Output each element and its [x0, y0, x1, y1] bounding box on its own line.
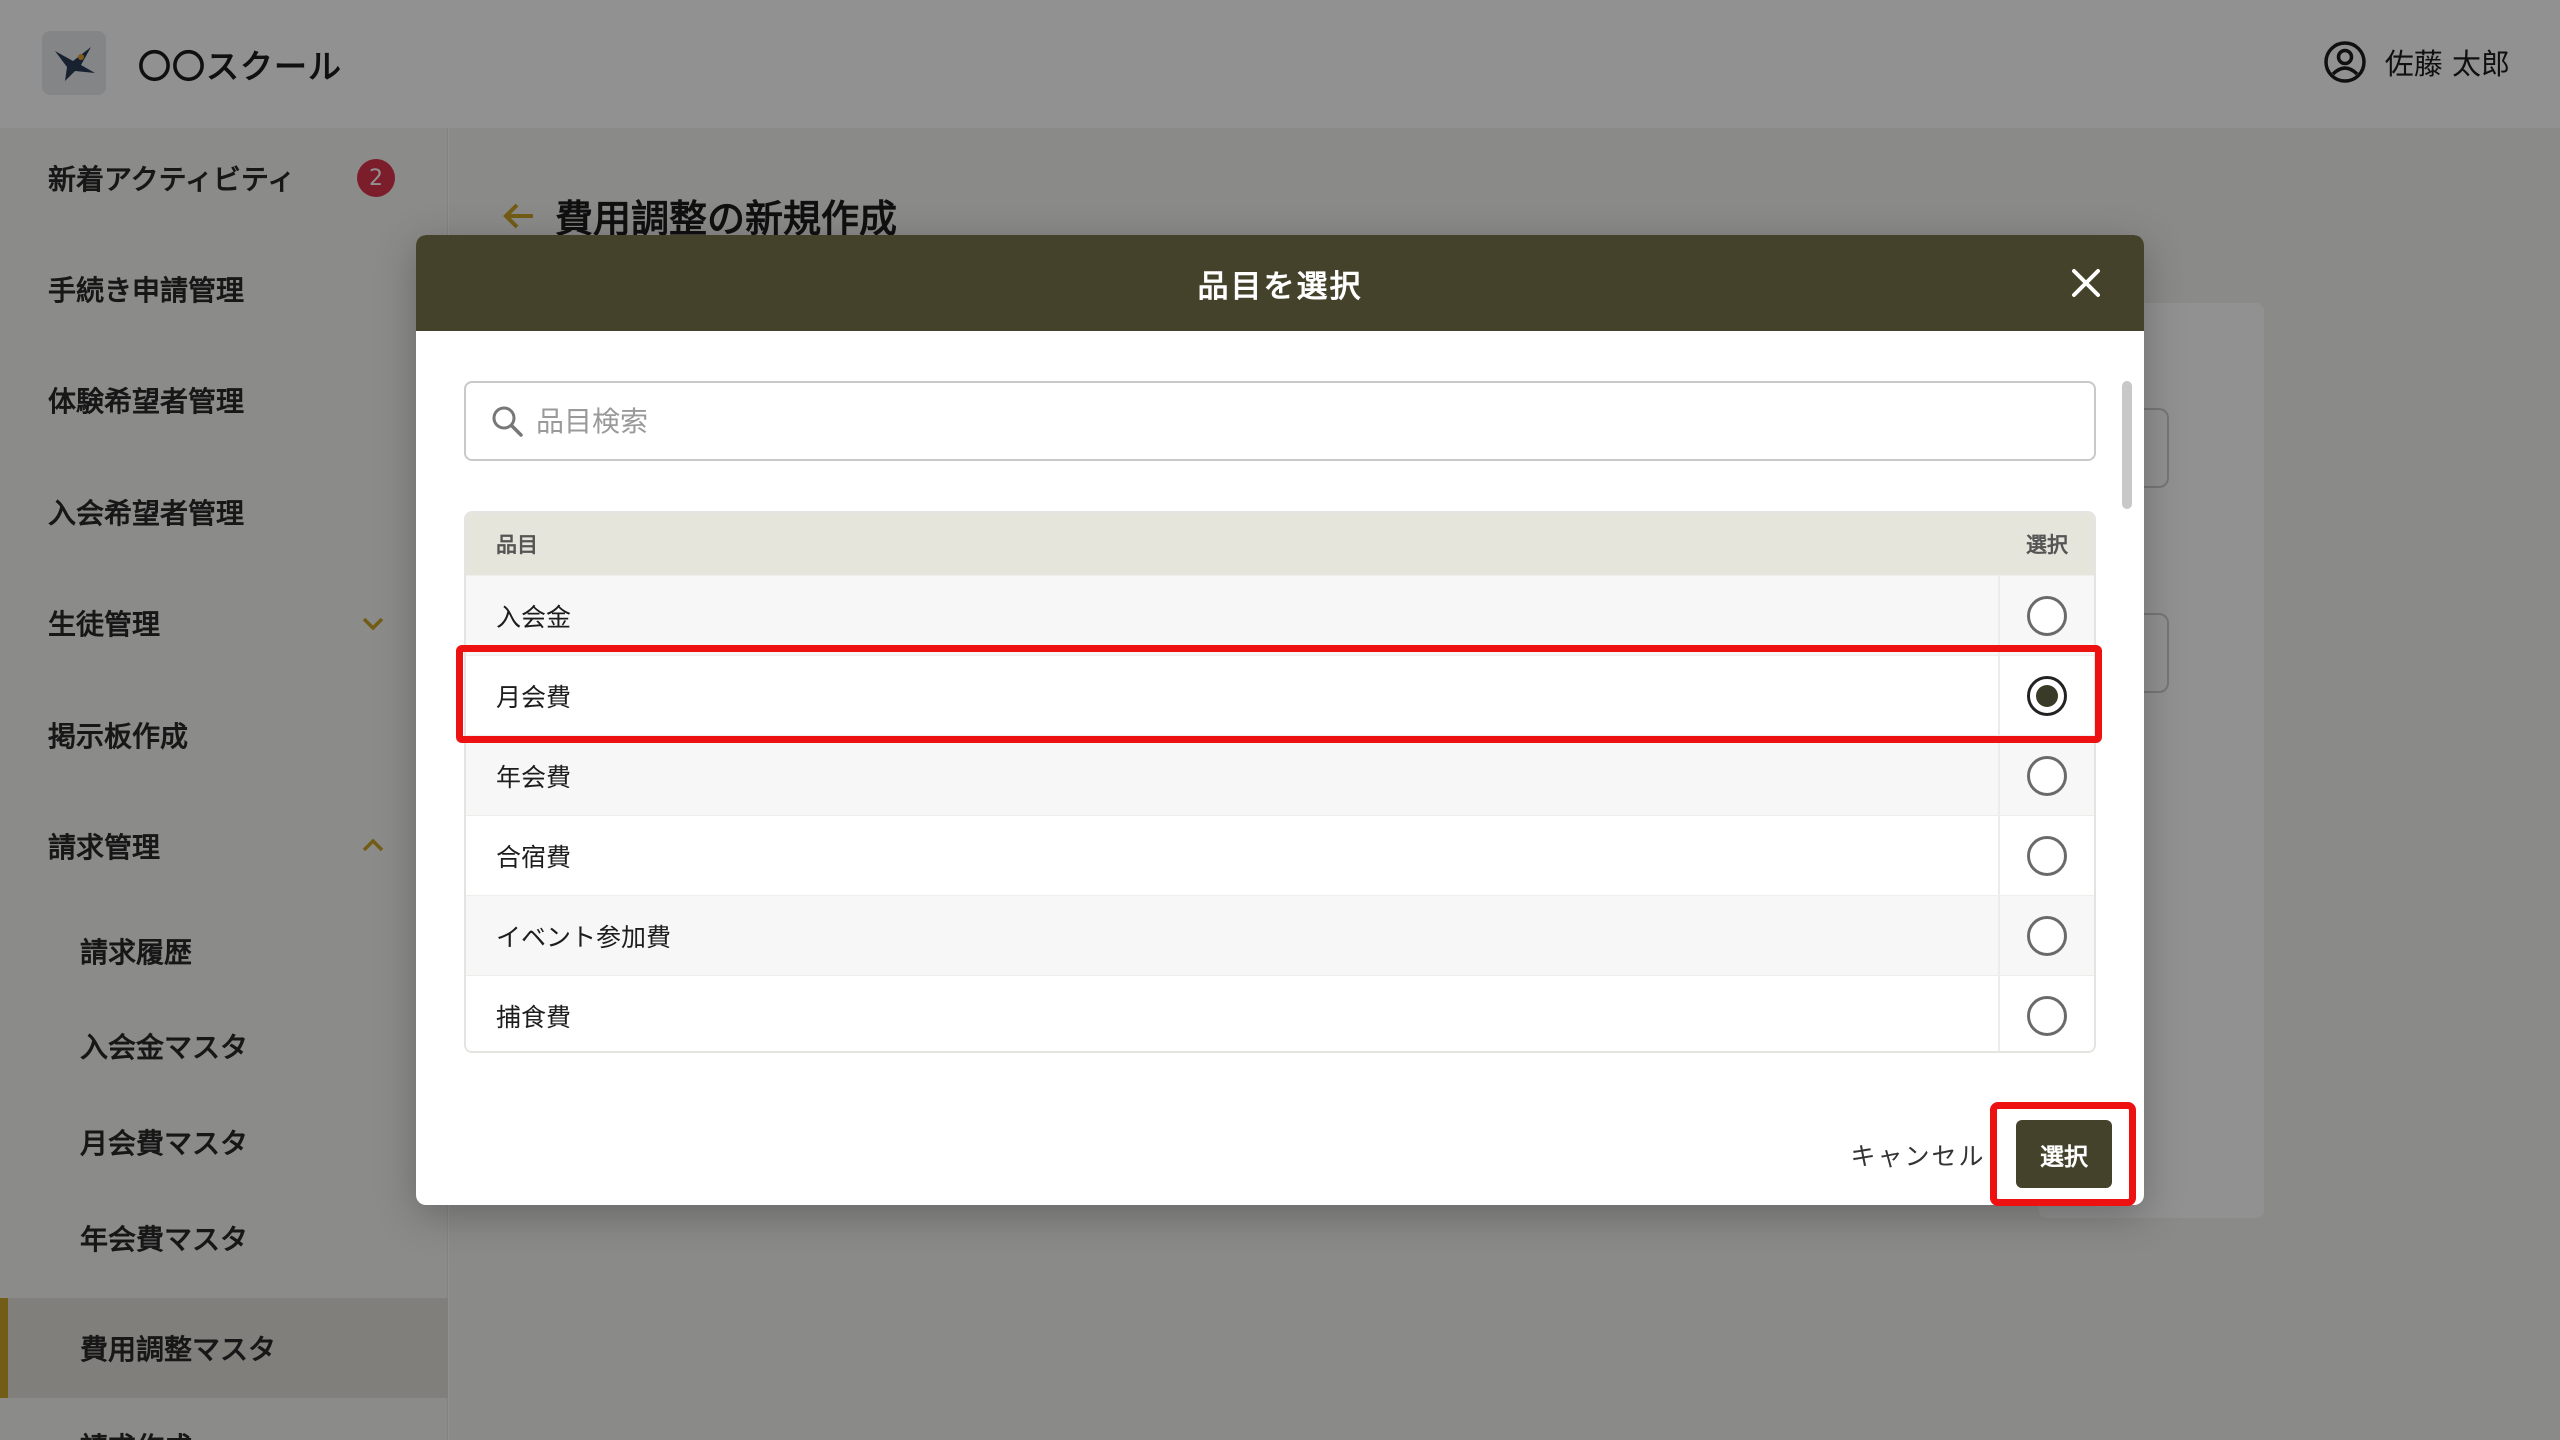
item-search-input[interactable] [536, 404, 2036, 438]
table-row[interactable]: 捕食費 [466, 975, 2094, 1051]
table-row[interactable]: 入会金 [466, 575, 2094, 655]
table-row[interactable]: 年会費 [466, 735, 2094, 815]
item-name: 年会費 [466, 736, 2000, 815]
item-search-box[interactable] [464, 381, 2096, 461]
select-radio[interactable] [2027, 755, 2067, 796]
table-row[interactable]: イベント参加費 [466, 895, 2094, 975]
select-radio-checked[interactable] [2027, 675, 2067, 716]
item-name: 月会費 [466, 656, 2000, 735]
table-header: 品目 選択 [466, 513, 2094, 575]
item-name: 捕食費 [466, 976, 2000, 1051]
column-header-item: 品目 [496, 533, 538, 557]
table-body: 入会金 月会費 年会費 合宿費 イベント参加費 捕食費 [466, 575, 2094, 1051]
table-row[interactable]: 月会費 [466, 655, 2094, 735]
search-icon [492, 406, 523, 437]
table-row[interactable]: 合宿費 [466, 815, 2094, 895]
dialog-title: 品目を選択 [1197, 268, 1363, 305]
select-radio[interactable] [2027, 595, 2067, 636]
item-name: 入会金 [466, 576, 2000, 655]
item-name: イベント参加費 [466, 896, 2000, 975]
dialog-scrollbar[interactable] [2122, 381, 2132, 509]
item-select-dialog: 品目を選択 品目 選択 入会金 月会費 [416, 235, 2144, 1205]
select-radio[interactable] [2027, 835, 2067, 876]
radio-dot [2036, 684, 2058, 707]
select-radio[interactable] [2027, 995, 2067, 1036]
close-button[interactable] [2064, 261, 2108, 305]
item-table: 品目 選択 入会金 月会費 年会費 合宿費 イベント参加費 捕食費 [464, 511, 2096, 1053]
select-button[interactable]: 選択 [2016, 1120, 2112, 1188]
close-icon [2072, 269, 2100, 297]
cancel-button[interactable]: キャンセル [1848, 1130, 1988, 1180]
column-header-select: 選択 [2026, 533, 2068, 557]
select-radio[interactable] [2027, 915, 2067, 956]
dialog-header: 品目を選択 [416, 235, 2144, 331]
item-name: 合宿費 [466, 816, 2000, 895]
